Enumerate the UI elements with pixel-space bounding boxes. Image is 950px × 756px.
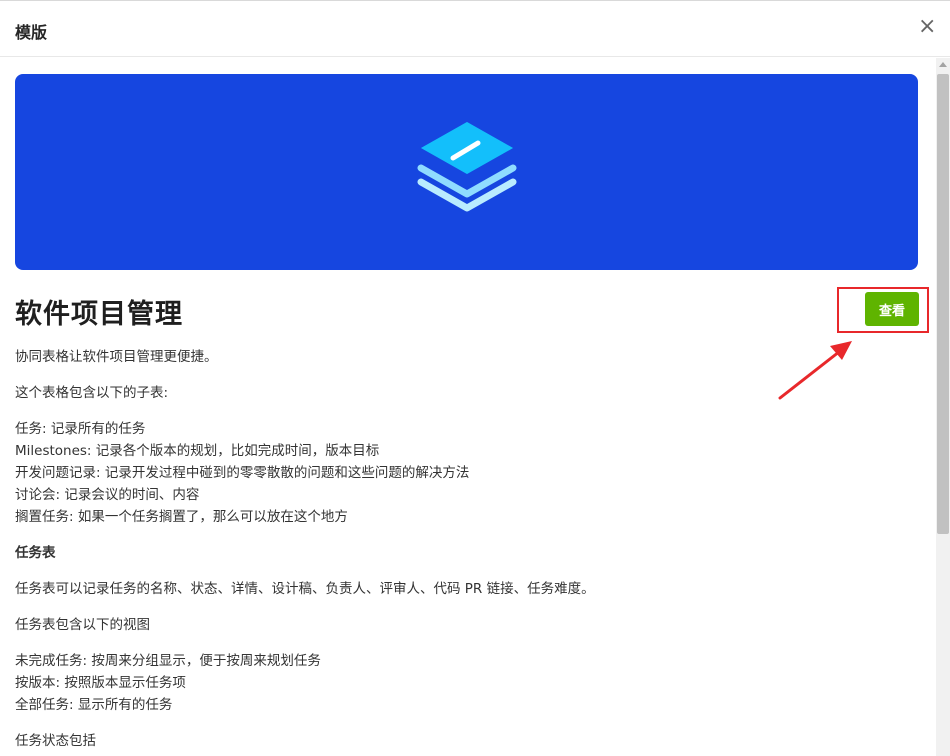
template-description: 协同表格让软件项目管理更便捷。 这个表格包含以下的子表: 任务: 记录所有的任务… bbox=[15, 346, 895, 752]
task-views-heading: 任务表包含以下的视图 bbox=[15, 617, 150, 633]
list-item: 任务: 记录所有的任务 bbox=[15, 421, 146, 437]
task-section-heading: 任务表 bbox=[15, 545, 56, 561]
list-item: Milestones: 记录各个版本的规划，比如完成时间，版本目标 bbox=[15, 443, 380, 459]
template-banner bbox=[15, 74, 918, 270]
list-item: 未完成任务: 按周来分组显示，便于按周来规划任务 bbox=[15, 653, 321, 669]
template-title: 软件项目管理 bbox=[15, 299, 183, 330]
close-icon[interactable]: × bbox=[918, 16, 936, 38]
scroll-up-arrow-icon[interactable] bbox=[939, 62, 947, 67]
list-item: 全部任务: 显示所有的任务 bbox=[15, 697, 173, 713]
list-item: 按版本: 按照版本显示任务项 bbox=[15, 675, 186, 691]
task-status-heading: 任务状态包括 bbox=[15, 733, 96, 749]
dialog-title: 模版 bbox=[15, 23, 48, 42]
contains-text: 这个表格包含以下的子表: bbox=[15, 385, 169, 401]
task-views-list: 未完成任务: 按周来分组显示，便于按周来规划任务 按版本: 按照版本显示任务项 … bbox=[15, 650, 895, 716]
dialog-header: 模版 × bbox=[0, 1, 950, 57]
list-item: 搁置任务: 如果一个任务搁置了，那么可以放在这个地方 bbox=[15, 509, 348, 525]
stacked-layers-icon bbox=[417, 122, 517, 212]
scrollbar-thumb[interactable] bbox=[937, 74, 949, 534]
task-desc-text: 任务表可以记录任务的名称、状态、详情、设计稿、负责人、评审人、代码 PR 链接、… bbox=[15, 581, 595, 597]
list-item: 开发问题记录: 记录开发过程中碰到的零零散散的问题和这些问题的解决方法 bbox=[15, 465, 470, 481]
intro-text: 协同表格让软件项目管理更便捷。 bbox=[15, 349, 218, 365]
list-item: 讨论会: 记录会议的时间、内容 bbox=[15, 487, 200, 503]
template-detail: 软件项目管理 查看 协同表格让软件项目管理更便捷。 这个表格包含以下的子表: 任… bbox=[0, 58, 936, 756]
subtable-list: 任务: 记录所有的任务 Milestones: 记录各个版本的规划，比如完成时间… bbox=[15, 418, 895, 528]
view-template-button[interactable]: 查看 bbox=[865, 292, 919, 326]
